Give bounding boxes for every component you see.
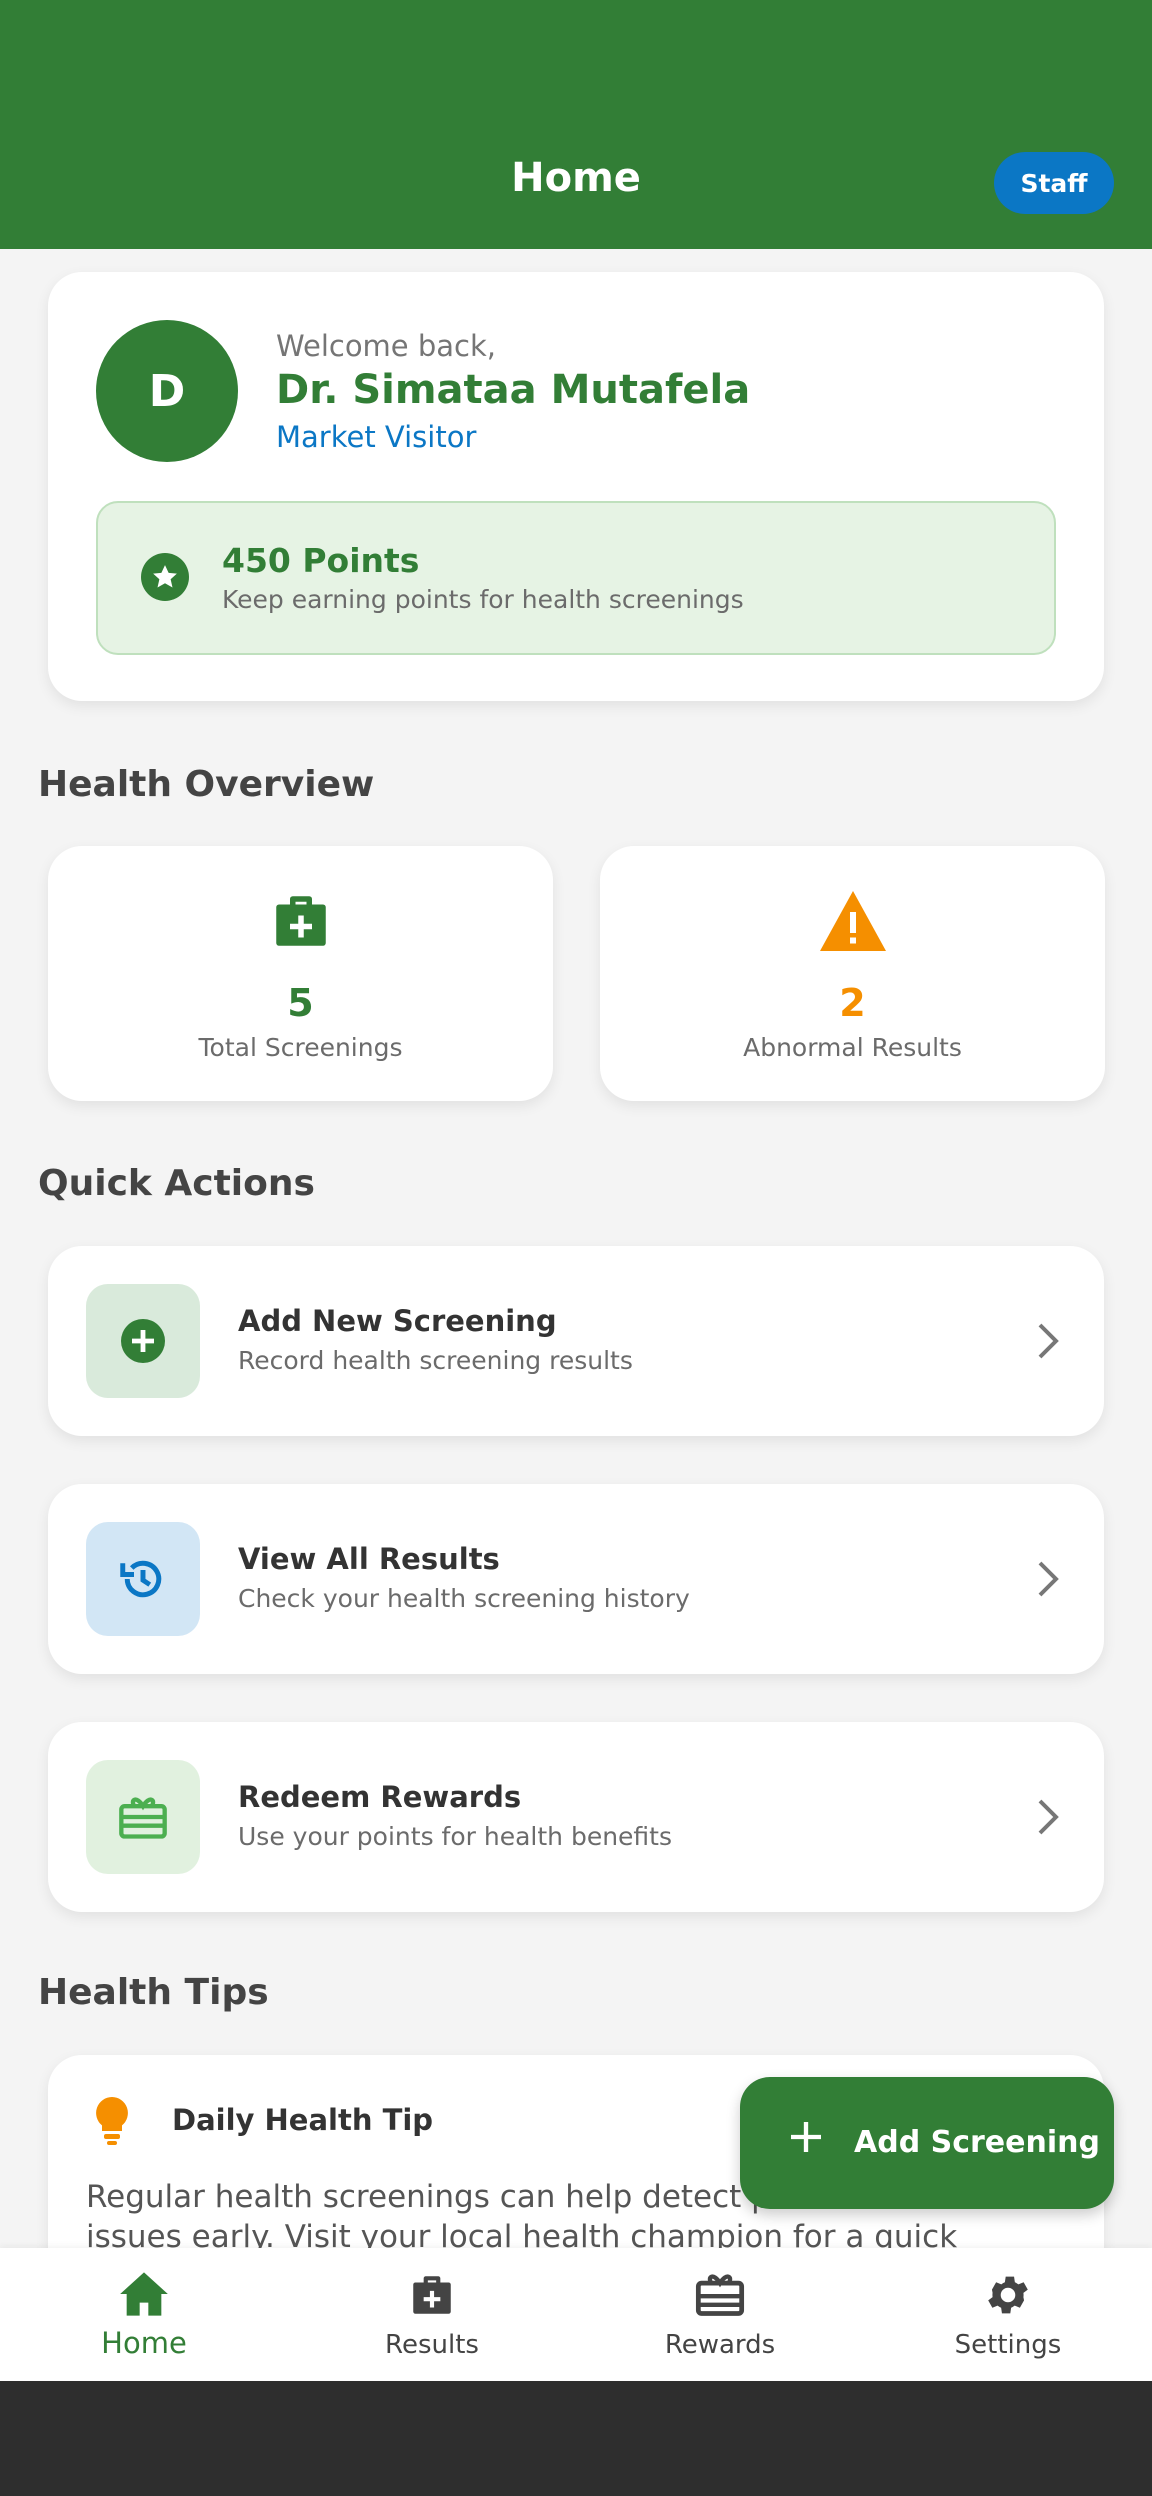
user-name: Dr. Simataa Mutafela (276, 367, 751, 413)
quick-actions-heading: Quick Actions (38, 1163, 315, 1204)
staff-button[interactable]: Staff (994, 152, 1114, 214)
points-subtitle: Keep earning points for health screening… (222, 585, 744, 614)
nav-home[interactable]: Home (0, 2248, 288, 2381)
medical-kit-icon (48, 888, 553, 954)
abnormal-results-value: 2 (839, 981, 866, 1025)
add-new-screening-action[interactable]: Add New Screening Record health screenin… (48, 1246, 1104, 1436)
plus-icon (786, 2117, 826, 2161)
points-value: 450 Points (222, 541, 420, 580)
view-all-results-action[interactable]: View All Results Check your health scree… (48, 1484, 1104, 1674)
rewards-icon (576, 2270, 864, 2318)
chevron-right-icon (1036, 1321, 1060, 1365)
home-icon (0, 2270, 288, 2318)
nav-settings[interactable]: Settings (864, 2248, 1152, 2381)
add-screening-fab[interactable]: Add Screening (740, 2077, 1114, 2209)
nav-label: Home (101, 2326, 187, 2360)
nav-rewards[interactable]: Rewards (576, 2248, 864, 2381)
redeem-rewards-action[interactable]: Redeem Rewards Use your points for healt… (48, 1722, 1104, 1912)
avatar: D (96, 320, 238, 462)
nav-results[interactable]: Results (288, 2248, 576, 2381)
nav-label: Rewards (664, 2330, 776, 2360)
settings-gear-icon (864, 2270, 1152, 2320)
welcome-label: Welcome back, (276, 329, 497, 363)
welcome-card: D Welcome back, Dr. Simataa Mutafela Mar… (48, 272, 1104, 701)
abnormal-results-card[interactable]: 2 Abnormal Results (600, 846, 1105, 1101)
nav-label: Settings (954, 2330, 1062, 2360)
fab-label: Add Screening (854, 2125, 1100, 2160)
points-banner: 450 Points Keep earning points for healt… (96, 501, 1056, 655)
history-icon (86, 1522, 200, 1636)
total-screenings-label: Total Screenings (198, 1033, 403, 1062)
action-subtitle: Check your health screening history (238, 1584, 690, 1613)
system-navigation-bar (0, 2381, 1152, 2496)
bottom-navigation: Home Results Rewards Settings (0, 2248, 1152, 2381)
action-title: View All Results (238, 1542, 500, 1576)
warning-icon (600, 888, 1105, 954)
health-overview-heading: Health Overview (38, 764, 375, 805)
app-bar: Home Staff (0, 0, 1152, 249)
page-title: Home (511, 155, 641, 201)
nav-label: Results (385, 2330, 479, 2360)
abnormal-results-label: Abnormal Results (743, 1033, 962, 1062)
total-screenings-card[interactable]: 5 Total Screenings (48, 846, 553, 1101)
action-subtitle: Use your points for health benefits (238, 1822, 672, 1851)
chevron-right-icon (1036, 1559, 1060, 1603)
total-screenings-value: 5 (287, 981, 314, 1025)
chevron-right-icon (1036, 1797, 1060, 1841)
star-icon (141, 553, 189, 601)
add-circle-icon (86, 1284, 200, 1398)
health-tips-heading: Health Tips (38, 1972, 269, 2013)
action-title: Redeem Rewards (238, 1780, 522, 1814)
action-title: Add New Screening (238, 1304, 557, 1338)
lightbulb-icon (94, 2095, 130, 2151)
user-role: Market Visitor (276, 420, 477, 454)
gift-card-icon (86, 1760, 200, 1874)
medical-kit-icon (288, 2270, 576, 2320)
tip-title: Daily Health Tip (172, 2103, 434, 2137)
action-subtitle: Record health screening results (238, 1346, 633, 1375)
